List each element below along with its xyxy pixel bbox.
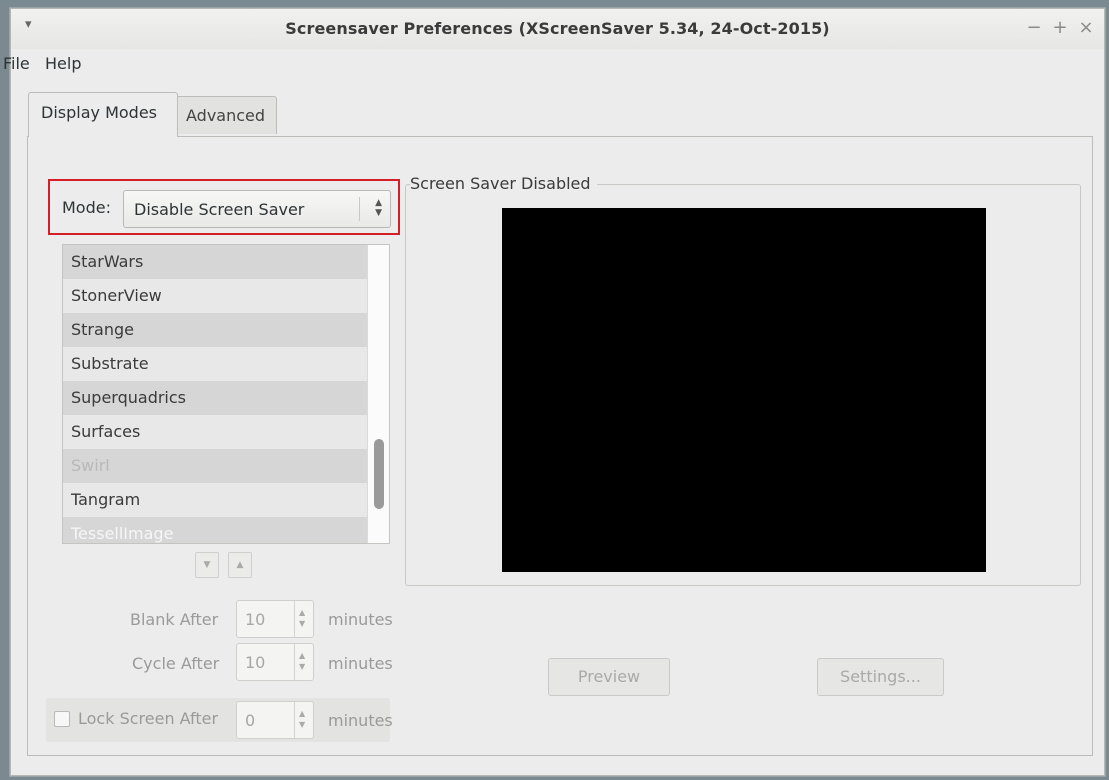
close-icon[interactable]: × <box>1078 17 1094 38</box>
list-item[interactable]: Tangram <box>63 483 367 517</box>
window-title: Screensaver Preferences (XScreenSaver 5.… <box>285 19 830 38</box>
tab-advanced[interactable]: Advanced <box>173 96 277 134</box>
blank-after-label: Blank After <box>130 610 219 629</box>
lock-screen-value[interactable]: 0 <box>245 711 255 730</box>
spinner-arrows-icon[interactable]: ▲ ▼ <box>299 607 305 629</box>
cycle-after-unit: minutes <box>328 654 393 673</box>
blank-after-value[interactable]: 10 <box>245 610 265 629</box>
tab-display-modes[interactable]: Display Modes <box>28 92 178 137</box>
scrollbar-thumb[interactable] <box>374 439 384 509</box>
list-item[interactable]: Strange <box>63 313 367 347</box>
list-item[interactable]: Superquadrics <box>63 381 367 415</box>
mode-select-value: Disable Screen Saver <box>134 200 305 219</box>
lock-screen-unit: minutes <box>328 711 393 730</box>
updown-icon: ▲ ▼ <box>375 198 382 218</box>
maximize-icon[interactable]: + <box>1052 17 1068 38</box>
spinner-arrows-icon[interactable]: ▲ ▼ <box>299 708 305 730</box>
move-up-button[interactable]: ▲ <box>228 552 252 578</box>
list-item[interactable]: StarWars <box>63 245 367 279</box>
list-item[interactable]: Surfaces <box>63 415 367 449</box>
mode-label: Mode: <box>62 198 111 217</box>
preview-area <box>502 208 986 572</box>
lock-screen-spinner[interactable]: 0 ▲ ▼ <box>236 701 314 739</box>
cycle-after-spinner[interactable]: 10 ▲ ▼ <box>236 643 314 681</box>
list-item[interactable]: TessellImage <box>63 517 367 543</box>
menu-file[interactable]: File <box>3 54 30 73</box>
mode-select[interactable]: Disable Screen Saver ▲ ▼ <box>123 190 391 228</box>
blank-after-unit: minutes <box>328 610 393 629</box>
preview-frame-title: Screen Saver Disabled <box>410 174 597 193</box>
list-item[interactable]: Substrate <box>63 347 367 381</box>
title-bar[interactable]: ▾ Screensaver Preferences (XScreenSaver … <box>11 9 1104 49</box>
blank-after-spinner[interactable]: 10 ▲ ▼ <box>236 600 314 638</box>
lock-screen-label[interactable]: Lock Screen After <box>78 709 218 728</box>
list-item[interactable]: Swirl <box>63 449 367 483</box>
screensaver-list[interactable]: StarWars StonerView Strange Substrate Su… <box>62 244 390 544</box>
minimize-icon[interactable]: − <box>1026 17 1042 38</box>
settings-button[interactable]: Settings... <box>817 658 944 696</box>
move-down-button[interactable]: ▼ <box>195 552 219 578</box>
list-item[interactable]: StonerView <box>63 279 367 313</box>
spinner-arrows-icon[interactable]: ▲ ▼ <box>299 650 305 672</box>
cycle-after-label: Cycle After <box>132 654 220 673</box>
preview-button[interactable]: Preview <box>548 658 670 696</box>
cycle-after-value[interactable]: 10 <box>245 653 265 672</box>
list-scrollbar[interactable] <box>367 245 389 543</box>
menu-bar: File Help <box>3 51 1104 77</box>
menu-help[interactable]: Help <box>45 54 81 73</box>
lock-screen-checkbox[interactable] <box>54 711 70 727</box>
